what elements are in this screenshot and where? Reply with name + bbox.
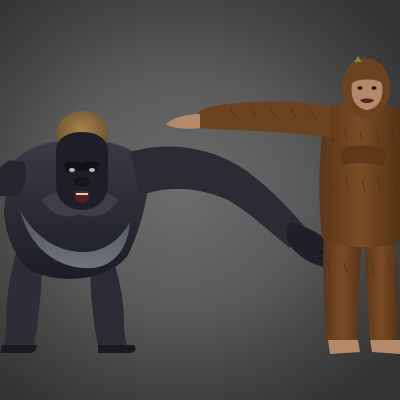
bigfoot-legs: [323, 230, 400, 354]
bigfoot-left-arm: [166, 101, 332, 138]
bigfoot-left-eye: [357, 86, 363, 90]
gorilla-head: [56, 111, 108, 210]
bigfoot-left-hand: [166, 114, 200, 129]
bigfoot-left-foot: [328, 340, 360, 354]
gorilla-right-eye: [89, 168, 95, 172]
bigfoot-torso: [319, 102, 400, 248]
gorilla-left-eye: [69, 168, 75, 172]
bigfoot-head: [342, 56, 390, 118]
gorilla-model[interactable]: [0, 111, 341, 353]
bigfoot-right-eye: [371, 86, 377, 90]
3d-viewport[interactable]: [0, 0, 400, 400]
gorilla-right-arm: [130, 146, 341, 268]
scene-render: [0, 56, 400, 354]
bigfoot-right-foot: [370, 340, 400, 354]
